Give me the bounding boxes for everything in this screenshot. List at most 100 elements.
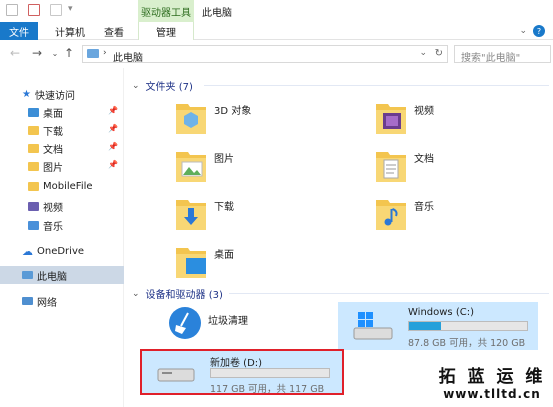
videos-folder-icon [376,104,406,134]
sidebar-item-this-pc[interactable]: 此电脑 [0,266,124,284]
pin-icon[interactable]: 📌 [108,142,118,151]
navigation-pane: ★ 快速访问 桌面 📌 下载 📌 文档 📌 图片 📌 MobileFile 视频… [0,68,124,407]
sidebar-item-pictures[interactable]: 图片 📌 [0,157,124,175]
group-header-label: 文件夹 (7) [145,82,193,93]
ribbon-tabs: 文件 计算机 查看 管理 ⌄ ? [0,22,553,40]
sidebar-item-quick-access[interactable]: ★ 快速访问 [0,85,124,103]
drive-c[interactable]: Windows (C:) 87.8 GB 可用，共 120 GB [338,302,538,350]
desktop-folder-icon [28,107,39,117]
computer-icon [87,49,99,58]
sidebar-item-downloads[interactable]: 下载 📌 [0,121,124,139]
sidebar-item-label: OneDrive [37,245,85,257]
search-input[interactable]: 搜索"此电脑" [454,45,551,64]
back-arrow-icon[interactable]: ← [8,46,22,60]
breadcrumb-this-pc[interactable]: 此电脑 [113,49,143,64]
tab-view[interactable]: 查看 [96,22,132,40]
pin-icon[interactable]: 📌 [108,124,118,133]
watermark: 拓 蓝 运 维 www.tlltd.cn [437,362,547,404]
cloud-icon: ☁ [22,244,33,258]
sidebar-item-label: 桌面 [43,108,63,120]
sidebar-item-label: 音乐 [43,221,63,233]
pin-icon[interactable]: 📌 [108,106,118,115]
watermark-url: www.tlltd.cn [443,387,541,401]
up-arrow-icon[interactable]: ↑ [62,46,76,60]
new-folder-icon[interactable] [50,4,62,16]
app-icon [6,4,18,16]
pictures-folder-icon [28,161,39,171]
sidebar-item-label: 快速访问 [34,90,75,102]
junk-cleaner-item[interactable]: 垃圾清理 [168,306,348,346]
drive-name: Windows (C:) [408,307,474,318]
folder-label: 下载 [214,202,234,213]
download-folder-icon [28,125,39,135]
folder-videos[interactable]: 视频 [374,98,524,138]
sidebar-item-label: 文档 [43,144,63,156]
pin-icon[interactable]: 📌 [108,160,118,169]
quick-access-dropdown-icon[interactable]: ▾ [68,4,73,14]
drive-d[interactable]: 新加卷 (D:) 117 GB 可用，共 117 GB [140,349,344,395]
folder-downloads[interactable]: 下载 [174,194,324,234]
breadcrumb-chevron-icon[interactable]: › [103,48,107,58]
forward-arrow-icon[interactable]: → [30,46,44,60]
folder-label: 3D 对象 [214,106,252,117]
refresh-icon[interactable]: ↻ [435,48,443,59]
group-divider [229,293,549,294]
sidebar-item-label: MobileFile [43,180,93,192]
sidebar-item-music[interactable]: 音乐 [0,216,124,234]
group-header-label: 设备和驱动器 (3) [145,290,223,301]
star-icon: ★ [22,88,31,100]
sidebar-item-label: 网络 [37,297,57,309]
sidebar-item-label: 视频 [43,202,63,214]
sidebar-item-mobilefile[interactable]: MobileFile [0,177,124,195]
group-header-devices[interactable]: ⌄ 设备和驱动器 (3) [132,286,223,302]
sidebar-item-network[interactable]: 网络 [0,292,124,310]
folder-3d-objects[interactable]: 3D 对象 [174,98,324,138]
downloads-folder-icon [176,200,206,230]
folder-pictures[interactable]: 图片 [174,146,324,186]
pictures-folder-icon [176,152,206,182]
documents-folder-icon [376,152,406,182]
sidebar-item-label: 图片 [43,162,63,174]
folder-icon [28,181,39,191]
drive-free-space: 87.8 GB 可用，共 120 GB [408,338,526,349]
tab-manage[interactable]: 管理 [138,22,194,40]
group-divider [204,85,549,86]
folder-label: 音乐 [414,202,434,213]
tab-computer[interactable]: 计算机 [48,22,92,40]
content-pane: ⌄ 文件夹 (7) 3D 对象 视频 图片 文档 下载 音乐 桌面 ⌄ 设备和驱… [124,68,553,407]
3d-objects-folder-icon [176,104,206,134]
sidebar-item-documents[interactable]: 文档 📌 [0,139,124,157]
sidebar-item-desktop[interactable]: 桌面 📌 [0,103,124,121]
documents-folder-icon [28,143,39,153]
folder-label: 桌面 [214,250,234,261]
address-dropdown-icon[interactable]: ⌄ [419,48,427,58]
collapse-chevron-icon[interactable]: ⌄ [132,289,140,299]
help-icon[interactable]: ? [533,25,545,37]
broom-icon [169,307,201,339]
drive-tools-context-label: 驱动器工具 [138,0,194,22]
folder-desktop[interactable]: 桌面 [174,242,324,282]
folder-label: 文档 [414,154,434,165]
recent-locations-chevron-icon[interactable]: ⌄ [48,49,62,58]
group-header-folders[interactable]: ⌄ 文件夹 (7) [132,78,193,94]
tab-file[interactable]: 文件 [0,22,38,40]
folder-music[interactable]: 音乐 [374,194,524,234]
folder-documents[interactable]: 文档 [374,146,524,186]
address-row: ← → ⌄ ↑ › 此电脑 ⌄ ↻ 搜索"此电脑" [0,40,553,68]
window-title: 此电脑 [202,8,232,19]
music-folder-icon [376,200,406,230]
drive-name: 新加卷 (D:) [210,358,263,369]
address-bar[interactable]: › 此电脑 ⌄ ↻ [82,45,448,64]
computer-icon [22,271,33,279]
expand-ribbon-icon[interactable]: ⌄ [519,26,527,36]
music-folder-icon [28,220,39,230]
drive-icon [157,368,195,382]
folder-label: 视频 [414,106,434,117]
cleaner-label: 垃圾清理 [208,316,248,327]
properties-icon[interactable] [28,4,40,16]
desktop-folder-icon [176,248,206,278]
sidebar-item-onedrive[interactable]: ☁ OneDrive [0,242,124,260]
sidebar-item-videos[interactable]: 视频 [0,197,124,215]
sidebar-item-label: 下载 [43,126,63,138]
collapse-chevron-icon[interactable]: ⌄ [132,81,140,91]
